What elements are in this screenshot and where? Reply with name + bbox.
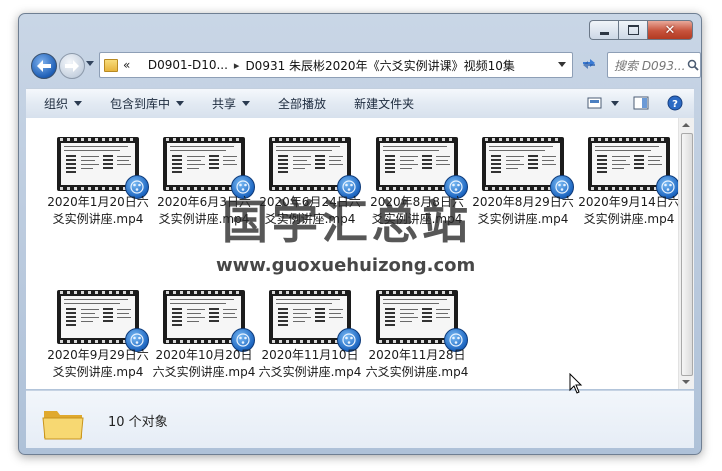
back-button[interactable] (31, 53, 57, 79)
vertical-scrollbar[interactable] (678, 118, 694, 389)
address-bar[interactable]: « D0901-D10... ▸ D0931 朱辰彬2020年《六爻实例讲课》视… (99, 52, 573, 78)
address-overflow[interactable]: « (123, 58, 130, 72)
refresh-icon (583, 59, 595, 69)
play-all-label: 全部播放 (278, 97, 327, 111)
file-item[interactable]: 2020年8月29日六爻实例讲座.mp4 (471, 132, 575, 248)
minimize-icon (599, 31, 609, 35)
preview-pane-button[interactable] (628, 92, 654, 114)
play-all-button[interactable]: 全部播放 (270, 93, 334, 115)
chevron-down-icon (611, 100, 619, 106)
include-in-library-menu[interactable]: 包含到库中 (102, 93, 192, 115)
search-input[interactable]: 搜索 D093... (607, 52, 701, 78)
share-label: 共享 (212, 97, 237, 111)
navigation-row: « D0901-D10... ▸ D0931 朱辰彬2020年《六爻实例讲课》视… (29, 52, 701, 79)
scroll-down-arrow-icon[interactable] (682, 380, 690, 384)
forward-arrow-icon (65, 60, 79, 72)
file-name: 2020年11月10日六爻实例讲座.mp4 (258, 348, 362, 379)
help-icon: ? (667, 95, 683, 111)
file-name: 2020年11月28日六爻实例讲座.mp4 (365, 348, 469, 379)
file-item[interactable]: 2020年9月14日六爻实例讲座.mp4 (577, 132, 681, 248)
preview-pane-icon (633, 96, 649, 110)
details-pane: 10 个对象 (26, 390, 694, 448)
folder-icon (42, 411, 84, 440)
file-list-view: 2020年1月20日六爻实例讲座.mp4 2020年6月3日六爻实例讲座.mp4 2… (26, 118, 694, 389)
maximize-icon (627, 25, 639, 35)
address-separator[interactable]: ▸ (234, 59, 240, 72)
search-placeholder: 搜索 D093... (614, 58, 686, 73)
close-button[interactable]: ✕ (647, 20, 693, 40)
include-library-label: 包含到库中 (110, 97, 171, 111)
new-folder-button[interactable]: 新建文件夹 (346, 93, 422, 115)
forward-button[interactable] (59, 53, 85, 79)
scroll-up-arrow-icon[interactable] (682, 123, 690, 127)
file-name: 2020年9月29日六爻实例讲座.mp4 (47, 348, 149, 379)
change-view-button[interactable] (582, 92, 608, 114)
back-arrow-icon (37, 60, 51, 72)
file-name: 2020年1月20日六爻实例讲座.mp4 (47, 195, 149, 226)
mouse-cursor-icon (569, 373, 583, 394)
address-dropdown[interactable] (558, 62, 566, 67)
svg-text:?: ? (672, 99, 678, 110)
breadcrumb-current[interactable]: D0931 朱辰彬2020年《六爻实例讲课》视频10集 (245, 57, 514, 74)
organize-menu[interactable]: 组织 (36, 93, 90, 115)
maximize-button[interactable] (618, 20, 647, 40)
file-item[interactable]: 2020年11月28日六爻实例讲座.mp4 (365, 285, 469, 401)
organize-label: 组织 (44, 97, 69, 111)
file-item[interactable]: 2020年9月29日六爻实例讲座.mp4 (46, 285, 150, 401)
view-dropdown[interactable] (608, 92, 622, 114)
view-options-icon (587, 97, 602, 108)
file-name: 2020年9月14日六爻实例讲座.mp4 (578, 195, 680, 226)
new-folder-label: 新建文件夹 (354, 97, 415, 111)
file-item[interactable]: 2020年11月10日六爻实例讲座.mp4 (258, 285, 362, 401)
chevron-down-icon (242, 101, 251, 106)
file-item[interactable]: 2020年1月20日六爻实例讲座.mp4 (46, 132, 150, 248)
help-button[interactable]: ? (662, 92, 688, 114)
file-name: 2020年10月20日六爻实例讲座.mp4 (152, 348, 256, 379)
item-count: 10 个对象 (108, 415, 168, 430)
watermark-text: 国学汇总站 (222, 195, 472, 249)
folder-icon (104, 58, 118, 72)
minimize-button[interactable] (589, 20, 618, 40)
file-name: 2020年8月29日六爻实例讲座.mp4 (472, 195, 574, 226)
toolbar-right-group: ? (582, 92, 688, 114)
share-menu[interactable]: 共享 (204, 93, 258, 115)
recent-pages-dropdown[interactable] (86, 61, 94, 66)
scrollbar-thumb[interactable] (681, 133, 693, 376)
chevron-down-icon (176, 101, 185, 106)
command-bar: 组织 包含到库中 共享 全部播放 新建文件夹 ? (26, 88, 694, 119)
breadcrumb-parent[interactable]: D0901-D10... (148, 58, 228, 72)
chevron-down-icon (74, 101, 83, 106)
refresh-button[interactable] (577, 52, 601, 76)
search-icon[interactable] (685, 59, 700, 71)
address-separator[interactable] (138, 59, 142, 72)
watermark-url: www.guoxuehuizong.com (216, 255, 476, 276)
caption-buttons: ✕ (589, 20, 693, 40)
close-icon: ✕ (664, 22, 676, 38)
file-item[interactable]: 2020年10月20日六爻实例讲座.mp4 (152, 285, 256, 401)
